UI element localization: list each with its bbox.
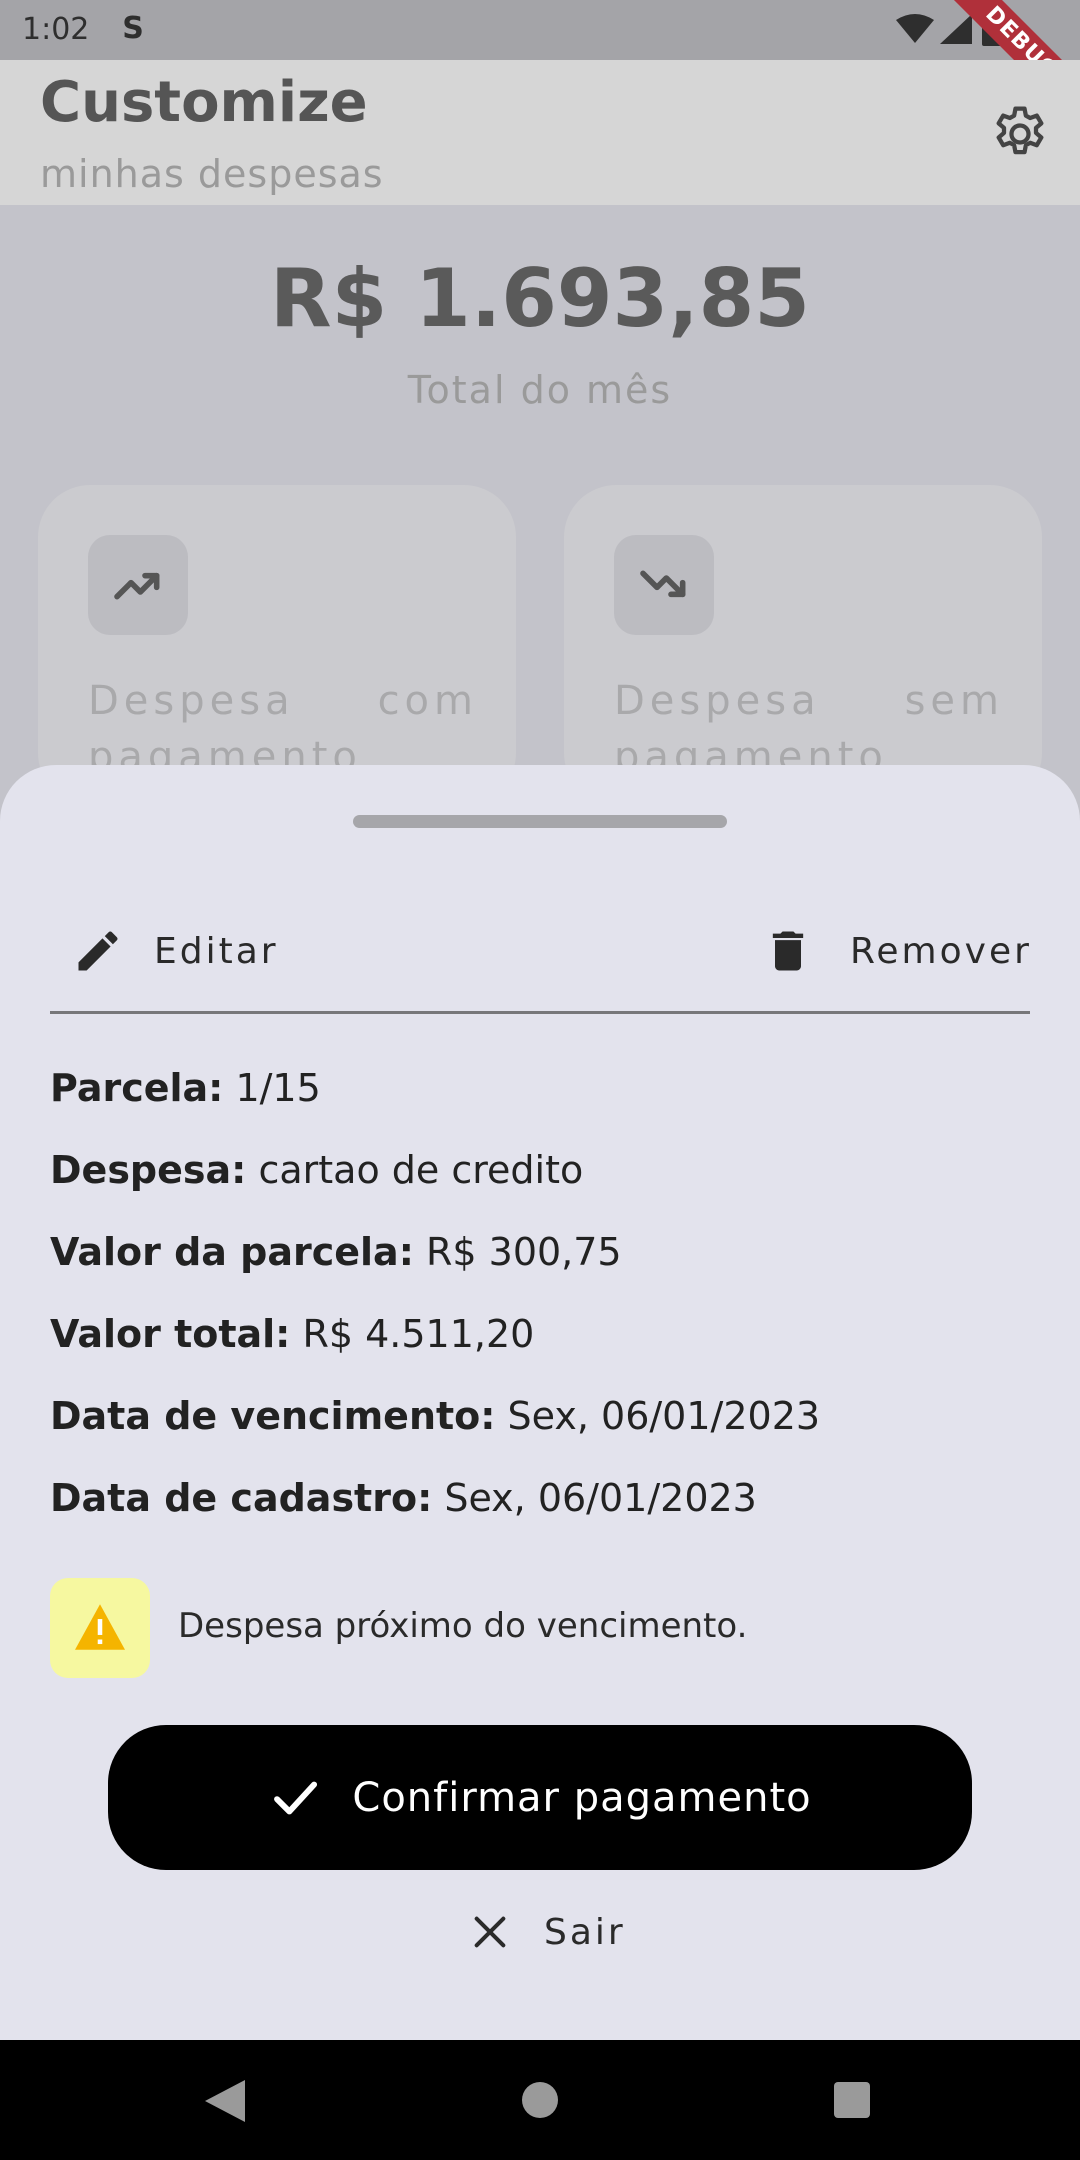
drag-handle[interactable] (353, 815, 727, 828)
exit-label: Sair (544, 1911, 626, 1953)
app-subtitle: minhas despesas (40, 152, 384, 196)
s-icon: S (122, 11, 144, 46)
app-title: Customize (40, 70, 368, 135)
check-icon (274, 1781, 318, 1814)
detail-value: R$ 300,75 (413, 1230, 622, 1274)
detail-key: Valor total: (50, 1312, 291, 1356)
nav-bar (0, 2040, 1080, 2160)
trending-up-icon (114, 572, 160, 600)
remove-button[interactable]: Remover (762, 923, 1032, 979)
card-icon-container (88, 535, 188, 635)
exit-button[interactable]: Sair (470, 1902, 626, 1962)
detail-total-value: Valor total: R$ 4.511,20 (50, 1312, 534, 1356)
detail-value: 1/15 (223, 1066, 321, 1110)
gear-icon[interactable] (988, 102, 1052, 166)
detail-key: Despesa: (50, 1148, 247, 1192)
divider (50, 1011, 1030, 1014)
recents-icon[interactable] (834, 2082, 870, 2118)
trash-icon (772, 931, 804, 971)
warning-icon (75, 1604, 125, 1650)
close-icon (474, 1916, 506, 1948)
back-icon[interactable] (205, 2080, 245, 2122)
home-icon[interactable] (522, 2082, 558, 2118)
detail-installment: Parcela: 1/15 (50, 1066, 321, 1110)
detail-key: Parcela: (50, 1066, 224, 1110)
card-icon-container (614, 535, 714, 635)
warning-badge (50, 1578, 150, 1678)
detail-key: Data de vencimento: (50, 1394, 496, 1438)
detail-expense: Despesa: cartao de credito (50, 1148, 583, 1192)
edit-label: Editar (154, 930, 279, 972)
wifi-icon (896, 14, 934, 43)
status-bar: 1:02 S (0, 0, 1080, 60)
trending-down-icon (640, 570, 686, 598)
detail-value: Sex, 06/01/2023 (432, 1476, 757, 1520)
total-amount: R$ 1.693,85 (270, 252, 810, 345)
remove-label: Remover (850, 930, 1032, 972)
warning-text: Despesa próximo do vencimento. (178, 1606, 748, 1646)
detail-key: Valor da parcela: (50, 1230, 414, 1274)
pencil-icon (78, 931, 118, 971)
detail-key: Data de cadastro: (50, 1476, 433, 1520)
detail-value: R$ 4.511,20 (290, 1312, 535, 1356)
detail-created-date: Data de cadastro: Sex, 06/01/2023 (50, 1476, 757, 1520)
status-time: 1:02 (22, 12, 90, 47)
card-unpaid-expenses[interactable]: Despesa sem pagamento (564, 485, 1042, 805)
total-label: Total do mês (407, 368, 673, 412)
card-paid-expenses[interactable]: Despesa com pagamento (38, 485, 516, 805)
detail-due-date: Data de vencimento: Sex, 06/01/2023 (50, 1394, 820, 1438)
confirm-payment-label: Confirmar pagamento (352, 1774, 812, 1821)
detail-value: Sex, 06/01/2023 (495, 1394, 821, 1438)
detail-installment-value: Valor da parcela: R$ 300,75 (50, 1230, 622, 1274)
confirm-payment-button[interactable]: Confirmar pagamento (108, 1725, 972, 1870)
edit-button[interactable]: Editar (72, 923, 279, 979)
app-bar: Customize minhas despesas (0, 60, 1080, 205)
detail-value: cartao de credito (246, 1148, 584, 1192)
